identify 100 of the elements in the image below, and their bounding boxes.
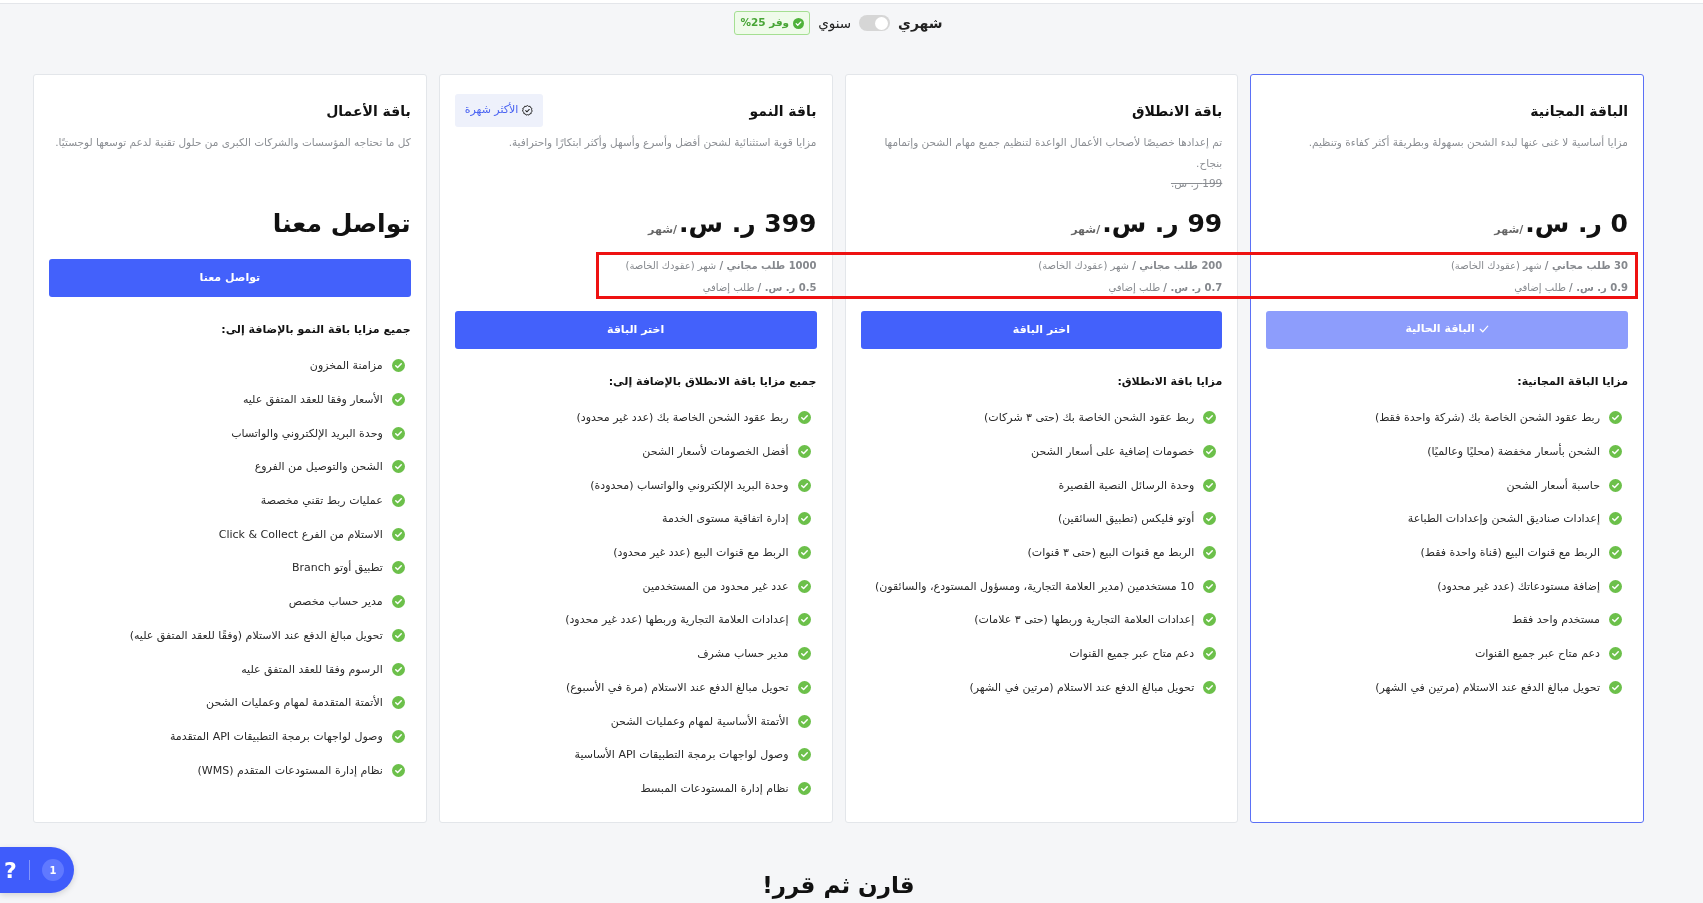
plan-description: كل ما تحتاجه المؤسسات والشركات الكبرى من حلول تقنية لدعم توسعها لوجستيًا.: [54, 135, 411, 151]
quota-text: 1000 طلب مجاني / شهر (عقودك الخاصة): [625, 260, 817, 271]
plan-title: الباقة المجانية: [1530, 102, 1628, 121]
choose-plan-button[interactable]: اختر الباقة: [454, 311, 817, 349]
plan-description: مزايا قوية استثنائية لشحن أفضل وأسرع وأسهل وأكثر ابتكارًا واحترافية.: [507, 134, 817, 151]
check-circle-icon: [1609, 411, 1622, 425]
feature-text: الأتمتة المتقدمة لمهام وعمليات الشحن: [206, 695, 383, 711]
feature-text: وصول لواجهات برمجة التطبيقات API الأساسية: [574, 747, 789, 763]
feature-text: الرسوم وفقا للعقد المتفق عليه: [241, 661, 383, 677]
check-circle-icon: [1609, 579, 1622, 593]
check-circle-icon: [391, 494, 405, 508]
section-heading: قارن ثم قرر!: [762, 871, 915, 901]
feature-text: عدد غير محدود من المستخدمين: [642, 578, 789, 594]
check-circle-icon: [391, 393, 405, 407]
notification-count: 1: [42, 859, 64, 881]
plan-price: تواصل معنا: [272, 208, 411, 240]
check-circle-icon: [797, 546, 811, 560]
check-circle-icon: [391, 460, 405, 474]
check-circle-icon: [797, 613, 811, 627]
check-circle-icon: [797, 445, 811, 459]
feature-text: نظام إدارة المستودعات المبسط: [640, 780, 789, 796]
check-circle-icon: [797, 680, 811, 694]
feature-text: وحدة البريد الإلكتروني والواتساب (محدودة): [590, 477, 789, 493]
check-circle-icon: [1609, 512, 1622, 526]
check-circle-icon: [797, 411, 811, 425]
plan-price: 99 ر. س.: [1102, 208, 1223, 240]
help-button[interactable]: ? 1: [0, 847, 74, 893]
check-circle-icon: [1609, 445, 1622, 459]
feature-text: ربط عقود الشحن الخاصة بك (عدد غير محدود): [576, 410, 789, 426]
discount-label: وفر 25%: [740, 15, 790, 31]
feature-text: عمليات ربط تقني مخصصة: [260, 493, 383, 509]
check-circle-icon: [391, 561, 405, 575]
check-circle-icon: [1203, 546, 1217, 560]
price-period: /شهر: [1494, 222, 1524, 238]
feature-text: إعدادات العلامة التجارية وربطها (حتى ٣ علامات): [974, 612, 1195, 628]
price-period: /شهر: [1071, 222, 1101, 238]
billing-option[interactable]: شهري: [898, 12, 943, 34]
feature-text: ربط عقود الشحن الخاصة بك (حتى ٣ شركات): [984, 410, 1195, 426]
check-circle-icon: [1203, 647, 1217, 661]
check-circle-icon: [391, 426, 405, 440]
check-circle-icon: [797, 647, 811, 661]
plan-price: 0 ر. س.: [1525, 208, 1628, 240]
check-circle-icon: [797, 781, 811, 795]
feature-text: وصول لواجهات برمجة التطبيقات API المتقدمة: [169, 728, 383, 744]
features-heading: جميع مزايا باقة الانطلاق بالإضافة إلى:: [607, 374, 817, 390]
feature-text: خصومات إضافية على أسعار الشحن: [1031, 444, 1195, 460]
feature-text: الأتمتة الأساسية لمهام وعمليات الشحن: [610, 713, 789, 729]
price-period: /شهر: [648, 222, 677, 238]
check-circle-icon: [1203, 478, 1217, 492]
feature-text: مدير حساب مشرف: [697, 646, 789, 662]
check-circle-icon: [1609, 613, 1622, 627]
feature-text: دعم متاح عبر جميع القنوات: [1069, 646, 1195, 662]
seal-icon: [522, 105, 534, 116]
feature-text: تحويل مبالغ الدفع عند الاستلام (وفقًا للعقد المتفق عليه): [129, 627, 383, 643]
quota-text: 30 طلب مجاني / شهر (عقودك الخاصة): [1450, 260, 1628, 271]
plan-description: تم إعدادها خصيصًا لأصحاب الأعمال الواعدة لتنظيم جميع مهام الشحن وإتمامها بنجاح.: [883, 135, 1223, 172]
check-icon: [1478, 323, 1489, 334]
plan-description: مزايا أساسية لا غنى عنها لبدء الشحن بسهولة وبطريقة أكثر كفاءة وتنظيم.: [1307, 134, 1628, 151]
feature-text: إعدادات العلامة التجارية وربطها (عدد غير محدود): [565, 612, 789, 628]
check-circle-icon: [1203, 613, 1217, 627]
feature-text: مزامنة المخزون: [309, 358, 383, 374]
feature-text: الربط مع قنوات البيع (قناة واحدة فقط): [1420, 545, 1600, 561]
choose-plan-button[interactable]: تواصل معنا: [49, 259, 411, 297]
check-circle-icon: [1609, 647, 1622, 661]
plan-price: 399 ر. س.: [679, 208, 817, 240]
plan-title: باقة الانطلاق: [1131, 102, 1223, 121]
feature-text: تحويل مبالغ الدفع عند الاستلام (مرتين في الشهر): [1375, 679, 1600, 695]
check-circle-icon: [391, 527, 405, 541]
check-circle-icon: [1203, 512, 1217, 526]
check-circle-icon: [797, 478, 811, 492]
feature-text: إضافة مستودعاتك (عدد غير محدود): [1437, 578, 1600, 594]
feature-text: تطبيق أوتو Branch: [291, 560, 383, 576]
feature-text: وحدة البريد الإلكتروني والواتساب: [231, 425, 383, 441]
quota-text: 0.9 ر. س. / طلب إضافي: [1514, 282, 1628, 293]
choose-plan-button[interactable]: اختر الباقة: [860, 311, 1223, 349]
features-heading: مزايا باقة الانطلاق:: [1116, 374, 1223, 390]
feature-text: 10 مستخدمين (مدير العلامة التجارية، ومسؤول المستودع، والسائقون): [874, 578, 1195, 594]
feature-text: وحدة الرسائل النصية القصيرة: [1058, 477, 1195, 493]
feature-text: أفضل الخصومات لأسعار الشحن: [642, 444, 789, 460]
feature-text: تحويل مبالغ الدفع عند الاستلام (مرتين في الشهر): [969, 679, 1195, 695]
feature-text: مستخدم واحد فقط: [1512, 612, 1600, 628]
quota-text: 0.5 ر. س. / طلب إضافي: [702, 282, 817, 293]
billing-option[interactable]: سنوي: [818, 12, 852, 34]
old-price: 199 ر. س.: [1169, 176, 1223, 192]
check-circle-icon: [797, 579, 811, 593]
check-circle-icon: [1609, 478, 1622, 492]
check-circle-icon: [391, 628, 405, 642]
feature-text: الأسعار وفقا للعقد المتفق عليه: [242, 392, 383, 408]
check-circle-icon: [1203, 680, 1217, 694]
check-circle-icon: [797, 748, 811, 762]
feature-text: أوتو فليكس (تطبيق السائقين): [1057, 511, 1195, 527]
check-circle-icon: [391, 696, 405, 710]
feature-text: نظام إدارة المستودعات المتقدم (WMS): [197, 762, 383, 778]
check-circle-icon: [797, 512, 811, 526]
billing-switch[interactable]: [859, 15, 891, 31]
feature-text: مدير حساب مخصص: [288, 594, 383, 610]
feature-text: الشحن بأسعار مخفضة (محليًا وعالميًا): [1427, 444, 1600, 460]
feature-text: تحويل مبالغ الدفع عند الاستلام (مرة في الأسبوع): [565, 679, 789, 695]
popular-label: الأكثر شهرة: [464, 102, 519, 119]
feature-text: دعم متاح عبر جميع القنوات: [1474, 646, 1600, 662]
